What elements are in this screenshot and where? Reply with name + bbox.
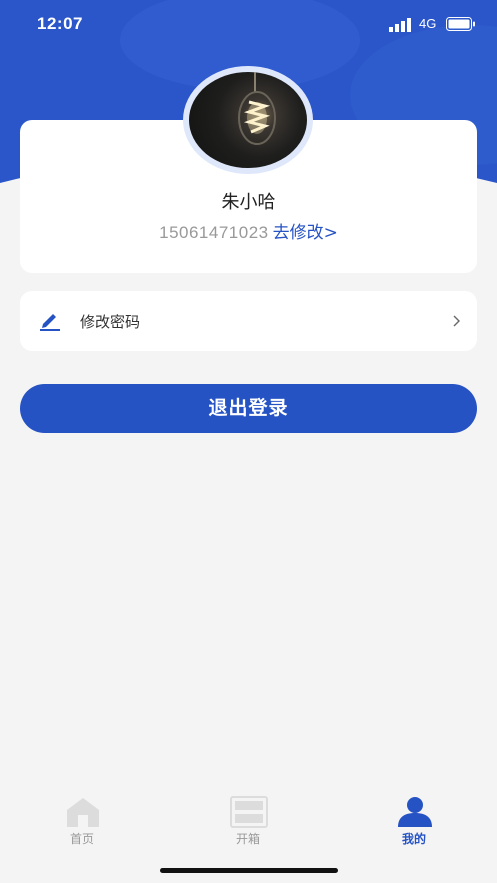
phone-number: 15061471023 [159,223,269,242]
tab-mine-label: 我的 [401,832,426,846]
tab-unbox[interactable]: 开箱 [188,788,308,858]
avatar-image [189,72,307,168]
edit-phone-link[interactable]: 去修改> [273,223,338,243]
tab-home-label: 首页 [69,832,94,846]
status-bar: 12:07 4G [0,0,497,48]
pencil-icon [40,314,60,331]
change-password-label: 修改密码 [80,313,141,331]
battery-icon [446,17,475,31]
tab-home[interactable]: 首页 [22,788,142,858]
home-indicator [160,868,338,873]
user-icon [398,797,432,827]
box-icon [230,796,268,828]
home-icon [67,798,99,827]
chevron-right-icon [453,315,460,327]
tab-unbox-label: 开箱 [235,832,260,846]
status-time: 12:07 [37,14,83,33]
network-type: 4G [419,16,437,31]
avatar[interactable] [183,66,313,174]
user-name: 朱小哈 [221,192,276,213]
phone-line: 15061471023 去修改> [0,218,497,243]
tab-mine[interactable]: 我的 [354,788,474,858]
change-password-item[interactable]: 修改密码 [20,291,477,351]
signal-icon [389,18,411,32]
logout-button[interactable]: 退出登录 [20,384,477,433]
